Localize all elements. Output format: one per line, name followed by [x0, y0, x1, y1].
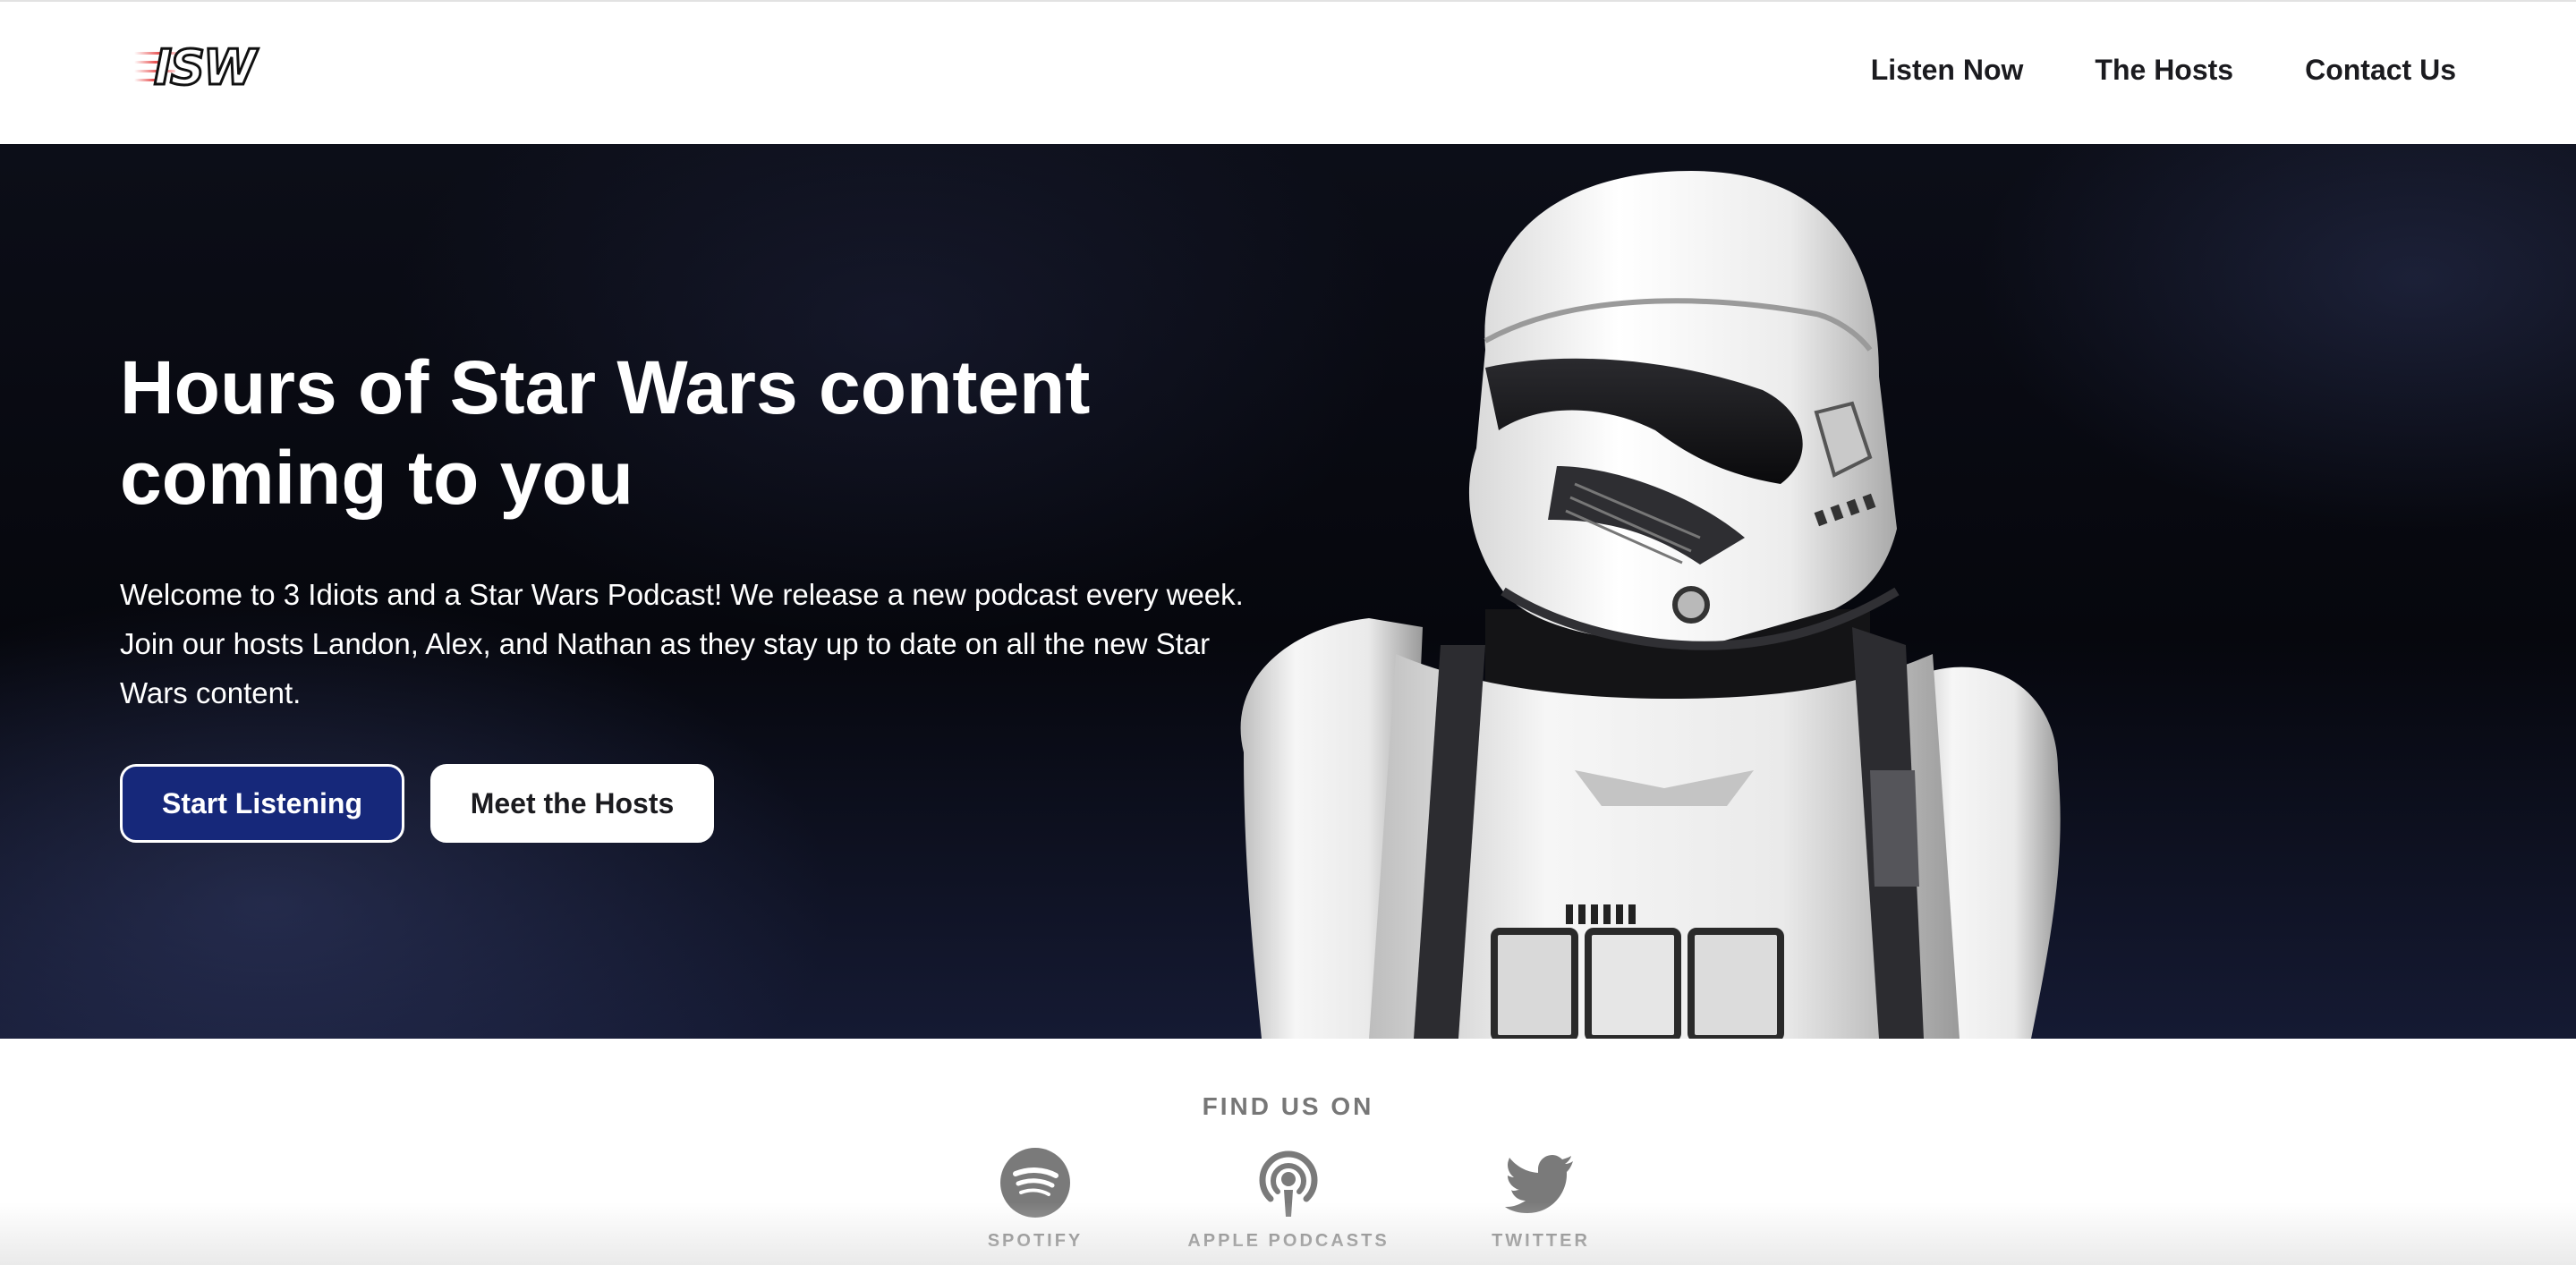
- spotify-label: SPOTIFY: [987, 1231, 1084, 1251]
- site-logo[interactable]: ISW: [134, 39, 264, 98]
- meet-the-hosts-button[interactable]: Meet the Hosts: [430, 764, 714, 843]
- hero-title: Hours of Star Wars content coming to you: [120, 345, 1091, 520]
- find-us-title: FIND US ON: [1202, 1092, 1374, 1120]
- spotify-icon: [1000, 1148, 1070, 1218]
- start-listening-button[interactable]: Start Listening: [120, 764, 404, 843]
- spotify-link[interactable]: SPOTIFY: [901, 1147, 1169, 1252]
- logo-text: ISW: [153, 39, 259, 96]
- site-header: ISW Listen Now The Hosts Contact Us: [0, 0, 2576, 144]
- apple-podcasts-icon: [1259, 1150, 1318, 1217]
- stormtrooper-image: [1240, 171, 2061, 1039]
- apple-podcasts-link[interactable]: APPLE PODCASTS: [1154, 1147, 1423, 1252]
- main-nav: Listen Now The Hosts Contact Us: [1871, 54, 2456, 87]
- hero-description: Welcome to 3 Idiots and a Star Wars Podc…: [120, 578, 1244, 709]
- hero-section: Hours of Star Wars content coming to you…: [0, 144, 2576, 1039]
- nav-listen-now[interactable]: Listen Now: [1871, 54, 2024, 87]
- apple-podcasts-label: APPLE PODCASTS: [1187, 1231, 1390, 1251]
- twitter-icon: [1505, 1155, 1573, 1213]
- find-us-section: FIND US ON SPOTIFY APPLE PODCASTS TWITTE…: [0, 1039, 2576, 1265]
- nav-contact-us[interactable]: Contact Us: [2305, 54, 2456, 87]
- twitter-link[interactable]: TWITTER: [1407, 1147, 1675, 1252]
- twitter-label: TWITTER: [1492, 1231, 1590, 1251]
- nav-the-hosts[interactable]: The Hosts: [2095, 54, 2233, 87]
